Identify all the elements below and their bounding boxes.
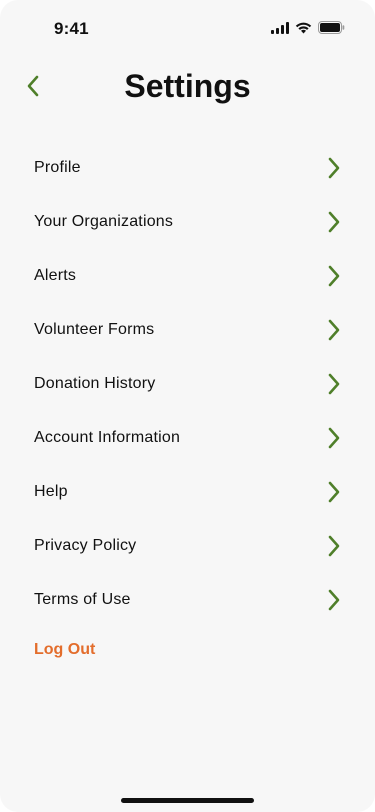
signal-icon [271,21,289,34]
menu-item-terms-of-use[interactable]: Terms of Use [0,573,375,627]
chevron-right-icon [327,265,341,287]
page-title: Settings [124,68,251,104]
battery-icon [318,21,345,34]
menu-item-help[interactable]: Help [0,465,375,519]
settings-menu: Profile Your Organizations Alerts Volunt… [0,141,375,627]
chevron-right-icon [327,535,341,557]
chevron-right-icon [327,211,341,233]
home-indicator[interactable] [121,798,254,803]
menu-item-label: Your Organizations [34,213,174,230]
wifi-icon [295,22,312,34]
logout-button[interactable]: Log Out [34,641,95,659]
menu-item-label: Privacy Policy [34,537,137,554]
menu-item-profile[interactable]: Profile [0,141,375,195]
menu-item-donation-history[interactable]: Donation History [0,357,375,411]
menu-item-alerts[interactable]: Alerts [0,249,375,303]
menu-item-label: Help [34,483,68,500]
menu-item-your-organizations[interactable]: Your Organizations [0,195,375,249]
chevron-right-icon [327,373,341,395]
chevron-right-icon [327,319,341,341]
status-icons [271,21,345,34]
chevron-right-icon [327,589,341,611]
chevron-right-icon [327,481,341,503]
menu-item-label: Donation History [34,375,156,392]
chevron-right-icon [327,157,341,179]
menu-item-label: Account Information [34,429,181,446]
menu-item-label: Volunteer Forms [34,321,155,338]
menu-item-label: Profile [34,159,81,176]
status-time: 9:41 [54,19,89,38]
menu-item-account-information[interactable]: Account Information [0,411,375,465]
settings-screen: 9:41 Settings Profile Your Organizations… [0,0,375,812]
header: Settings [0,64,375,112]
chevron-right-icon [327,427,341,449]
menu-item-privacy-policy[interactable]: Privacy Policy [0,519,375,573]
menu-item-label: Terms of Use [34,591,131,608]
menu-item-volunteer-forms[interactable]: Volunteer Forms [0,303,375,357]
menu-item-label: Alerts [34,267,77,284]
status-bar: 9:41 [0,0,375,56]
